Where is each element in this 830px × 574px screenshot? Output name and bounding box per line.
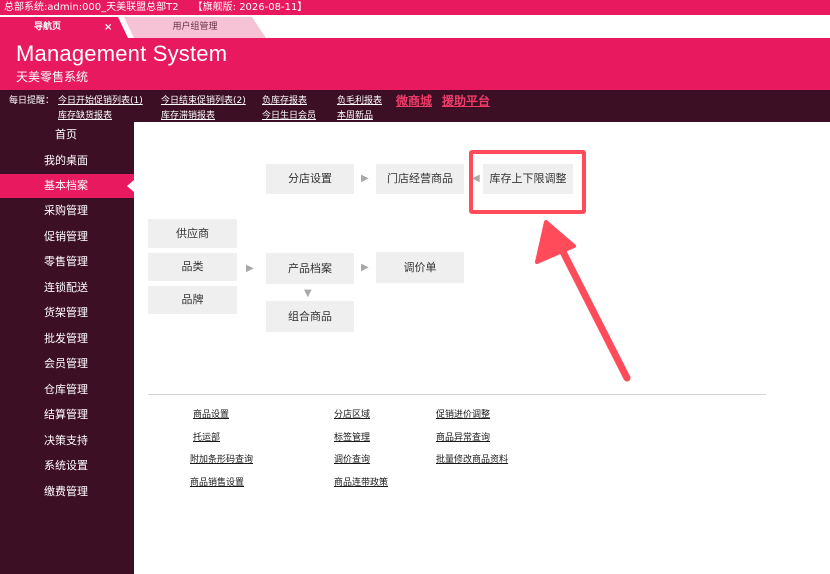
sidebar-item-decision[interactable]: 决策支持 <box>0 429 134 453</box>
arrow-right-icon: ▶ <box>246 263 254 274</box>
link-product-bundle-policy[interactable]: 商品连带政策 <box>334 475 388 488</box>
sidebar-item-distribution[interactable]: 连锁配送 <box>0 276 134 300</box>
sidebar-item-member[interactable]: 会员管理 <box>0 352 134 376</box>
highlight-box <box>469 150 586 214</box>
micro-mall-link[interactable]: 微商城 <box>396 92 432 109</box>
sidebar-item-promotion[interactable]: 促销管理 <box>0 225 134 249</box>
category-button[interactable]: 品类 <box>148 253 237 281</box>
version-info: 【旗舰版: 2026-08-11】 <box>192 2 308 13</box>
link-store-area[interactable]: 分店区域 <box>334 407 370 420</box>
product-archive-button[interactable]: 产品档案 <box>266 253 354 284</box>
reminder-label: 每日提醒： <box>9 96 55 106</box>
supplier-button[interactable]: 供应商 <box>148 219 237 248</box>
app-header: Management System 天美零售系统 <box>0 38 830 90</box>
system-info: 总部系统:admin:000_天美联盟总部T2 <box>4 2 179 13</box>
tab-bar: 导航页 × 用户组管理 <box>0 15 830 38</box>
link-shipping-dept[interactable]: 托运部 <box>193 430 220 443</box>
sidebar-item-shelf[interactable]: 货架管理 <box>0 301 134 325</box>
daily-reminder-bar: 每日提醒： 今日开始促销列表(1) 今日结束促销列表(2) 负库存报表 负毛利报… <box>0 90 830 122</box>
link-product-settings[interactable]: 商品设置 <box>193 407 229 420</box>
combo-products-button[interactable]: 组合商品 <box>266 301 354 332</box>
sidebar-item-home[interactable]: 首页 <box>0 123 134 147</box>
link-batch-edit-products[interactable]: 批量修改商品资料 <box>436 452 508 465</box>
aid-platform-link[interactable]: 援助平台 <box>442 92 490 109</box>
store-settings-button[interactable]: 分店设置 <box>266 164 354 194</box>
store-products-button[interactable]: 门店经营商品 <box>376 164 464 194</box>
tab-user-group-label: 用户组管理 <box>172 22 218 32</box>
brand-button[interactable]: 品牌 <box>148 286 237 314</box>
sidebar-item-retail[interactable]: 零售管理 <box>0 250 134 274</box>
link-product-anomaly-query[interactable]: 商品异常查询 <box>436 430 490 443</box>
sidebar-item-system-settings[interactable]: 系统设置 <box>0 454 134 478</box>
tab-user-group[interactable]: 用户组管理 <box>124 17 266 38</box>
arrow-down-icon: ▼ <box>304 288 312 299</box>
arrow-right-icon: ▶ <box>361 262 369 273</box>
reminder-link-out-of-stock[interactable]: 库存缺货报表 <box>58 108 112 121</box>
app-subtitle: 天美零售系统 <box>16 70 89 84</box>
reminder-link-promo-end[interactable]: 今日结束促销列表(2) <box>161 93 246 106</box>
tab-navigation-label: 导航页 <box>34 22 62 32</box>
reminder-link-slow-moving[interactable]: 库存滞销报表 <box>161 108 215 121</box>
sidebar: 首页 我的桌面 基本档案 采购管理 促销管理 零售管理 连锁配送 货架管理 批发… <box>0 122 134 574</box>
arrow-right-icon: ▶ <box>361 173 369 184</box>
link-price-adjust-query[interactable]: 调价查询 <box>334 452 370 465</box>
price-adjust-button[interactable]: 调价单 <box>376 252 464 283</box>
sidebar-item-wholesale[interactable]: 批发管理 <box>0 327 134 351</box>
sidebar-item-warehouse[interactable]: 仓库管理 <box>0 378 134 402</box>
sidebar-item-purchase[interactable]: 采购管理 <box>0 199 134 223</box>
title-strip: 总部系统:admin:000_天美联盟总部T2 【旗舰版: 2026-08-11】 <box>0 0 830 15</box>
sidebar-item-desktop[interactable]: 我的桌面 <box>0 149 134 173</box>
reminder-link-birthday-members[interactable]: 今日生日会员 <box>262 108 316 121</box>
link-label-management[interactable]: 标签管理 <box>334 430 370 443</box>
app-title: Management System <box>16 41 228 66</box>
sidebar-item-billing[interactable]: 缴费管理 <box>0 480 134 504</box>
link-product-sales-settings[interactable]: 商品销售设置 <box>190 475 244 488</box>
reminder-link-negative-stock[interactable]: 负库存报表 <box>262 93 307 106</box>
reminder-link-promo-start[interactable]: 今日开始促销列表(1) <box>58 93 143 106</box>
reminder-link-negative-margin[interactable]: 负毛利报表 <box>337 93 382 106</box>
app-window: 总部系统:admin:000_天美联盟总部T2 【旗舰版: 2026-08-11】… <box>0 0 830 574</box>
divider <box>148 394 766 395</box>
reminder-link-new-products[interactable]: 本周新品 <box>337 108 373 121</box>
sidebar-item-settlement[interactable]: 结算管理 <box>0 403 134 427</box>
tab-navigation[interactable]: 导航页 × <box>0 17 128 38</box>
link-extra-barcode-query[interactable]: 附加条形码查询 <box>190 452 253 465</box>
sidebar-item-basic-archive[interactable]: 基本档案 <box>0 174 134 198</box>
close-icon[interactable]: × <box>104 17 112 38</box>
link-promo-cost-adjust[interactable]: 促销进价调整 <box>436 407 490 420</box>
